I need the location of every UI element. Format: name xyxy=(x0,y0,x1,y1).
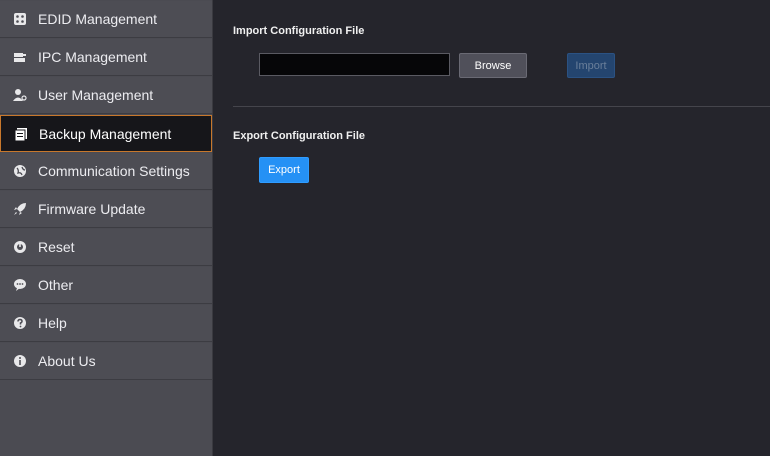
sidebar-item-label: Help xyxy=(38,315,67,331)
user-icon xyxy=(12,87,28,103)
sidebar-item-label: EDID Management xyxy=(38,11,158,27)
export-button[interactable]: Export xyxy=(259,157,309,183)
import-button[interactable]: Import xyxy=(567,53,615,78)
sidebar-item-backup-management[interactable]: Backup Management xyxy=(0,115,212,152)
sidebar: EDID Management IPC Management User Mana… xyxy=(0,0,213,456)
file-path-input[interactable] xyxy=(259,53,450,76)
sidebar-item-edid-management[interactable]: EDID Management xyxy=(0,1,212,38)
chat-icon xyxy=(12,277,28,293)
import-section-title: Import Configuration File xyxy=(233,25,365,37)
sidebar-item-label: Communication Settings xyxy=(38,163,190,179)
rocket-icon xyxy=(12,201,28,217)
sidebar-item-help[interactable]: Help xyxy=(0,305,212,342)
question-icon xyxy=(12,315,28,331)
sidebar-item-ipc-management[interactable]: IPC Management xyxy=(0,39,212,76)
sidebar-item-other[interactable]: Other xyxy=(0,267,212,304)
browse-button[interactable]: Browse xyxy=(459,53,527,78)
sidebar-item-label: Firmware Update xyxy=(38,201,146,217)
reset-icon xyxy=(12,239,28,255)
globe-icon xyxy=(12,163,28,179)
sidebar-item-label: IPC Management xyxy=(38,49,147,65)
sidebar-item-label: Backup Management xyxy=(39,125,172,142)
section-divider xyxy=(233,106,770,107)
sidebar-item-label: Other xyxy=(38,277,74,293)
ipc-icon xyxy=(12,49,28,65)
sidebar-item-label: About Us xyxy=(38,353,96,369)
sidebar-item-label: User Management xyxy=(38,87,154,103)
edid-icon xyxy=(12,11,28,27)
sidebar-item-firmware-update[interactable]: Firmware Update xyxy=(0,191,212,228)
backup-icon xyxy=(13,126,29,142)
sidebar-item-about-us[interactable]: About Us xyxy=(0,343,212,380)
info-icon xyxy=(12,353,28,369)
sidebar-item-reset[interactable]: Reset xyxy=(0,229,212,266)
sidebar-item-user-management[interactable]: User Management xyxy=(0,77,212,114)
export-section-title: Export Configuration File xyxy=(233,130,365,142)
sidebar-item-communication-settings[interactable]: Communication Settings xyxy=(0,153,212,190)
main-panel: Import Configuration File Browse Import … xyxy=(214,0,770,456)
sidebar-item-label: Reset xyxy=(38,239,75,255)
